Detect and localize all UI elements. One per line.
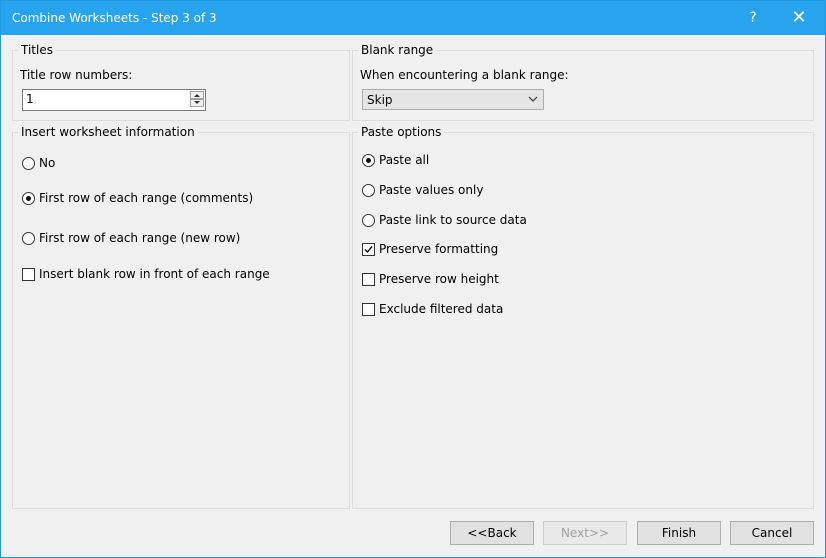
paste-option-link-to-source[interactable]: Paste link to source data xyxy=(362,213,527,227)
radio-button[interactable] xyxy=(22,156,35,170)
checkbox[interactable] xyxy=(22,267,35,281)
radio-button-selected[interactable] xyxy=(22,191,35,205)
preserve-formatting-option[interactable]: Preserve formatting xyxy=(362,242,498,256)
chevron-down-icon xyxy=(528,96,538,102)
option-label: Paste link to source data xyxy=(379,213,527,227)
checkbox[interactable] xyxy=(362,302,375,316)
insert-info-option-no[interactable]: No xyxy=(22,156,55,170)
blank-range-legend: Blank range xyxy=(361,43,434,57)
blank-range-selected: Skip xyxy=(367,93,393,107)
option-label: Insert blank row in front of each range xyxy=(39,267,270,281)
title-row-numbers-spinner[interactable] xyxy=(22,89,206,111)
next-button[interactable]: Next>> xyxy=(543,521,627,545)
back-button[interactable]: <<Back xyxy=(450,521,534,545)
spin-down-button[interactable] xyxy=(190,99,204,107)
cancel-button[interactable]: Cancel xyxy=(730,521,814,545)
title-row-numbers-input[interactable] xyxy=(23,90,186,108)
close-button[interactable]: ✕ xyxy=(777,1,821,35)
arrow-up-icon xyxy=(194,94,200,97)
paste-option-values-only[interactable]: Paste values only xyxy=(362,183,483,197)
option-label: First row of each range (new row) xyxy=(39,231,241,245)
paste-options-legend: Paste options xyxy=(361,125,442,139)
option-label: Preserve row height xyxy=(379,272,499,286)
help-icon: ? xyxy=(749,10,757,26)
title-row-numbers-label: Title row numbers: xyxy=(20,68,133,82)
insert-info-option-first-row-comments[interactable]: First row of each range (comments) xyxy=(22,191,253,205)
option-label: Paste values only xyxy=(379,183,484,197)
blank-range-select[interactable]: Skip xyxy=(362,89,544,110)
checkbox[interactable] xyxy=(362,272,375,286)
blank-range-prompt: When encountering a blank range: xyxy=(360,68,569,82)
paste-option-all[interactable]: Paste all xyxy=(362,153,429,167)
preserve-row-height-option[interactable]: Preserve row height xyxy=(362,272,499,286)
radio-button[interactable] xyxy=(362,183,375,197)
radio-button[interactable] xyxy=(362,213,375,227)
radio-button[interactable] xyxy=(22,231,35,245)
checkbox-checked[interactable] xyxy=(362,242,375,256)
dialog-window: Combine Worksheets - Step 3 of 3 ? ✕ Tit… xyxy=(0,0,826,558)
insert-blank-row-option[interactable]: Insert blank row in front of each range xyxy=(22,267,270,281)
option-label: Paste all xyxy=(379,153,430,167)
checkmark-icon xyxy=(364,245,373,253)
option-label: Exclude filtered data xyxy=(379,302,504,316)
radio-button-selected[interactable] xyxy=(362,153,375,167)
spin-up-button[interactable] xyxy=(190,91,204,99)
insert-info-group: Insert worksheet information xyxy=(12,125,350,509)
insert-info-option-first-row-new-row[interactable]: First row of each range (new row) xyxy=(22,231,240,245)
help-button[interactable]: ? xyxy=(731,1,775,35)
option-label: First row of each range (comments) xyxy=(39,191,254,205)
window-title: Combine Worksheets - Step 3 of 3 xyxy=(12,11,217,25)
option-label: Preserve formatting xyxy=(379,242,499,256)
arrow-down-icon xyxy=(194,101,200,104)
insert-info-legend: Insert worksheet information xyxy=(21,125,195,139)
title-bar: Combine Worksheets - Step 3 of 3 ? ✕ xyxy=(1,1,825,35)
close-icon: ✕ xyxy=(791,7,807,28)
exclude-filtered-data-option[interactable]: Exclude filtered data xyxy=(362,302,503,316)
option-label: No xyxy=(39,156,56,170)
titles-legend: Titles xyxy=(21,43,53,57)
finish-button[interactable]: Finish xyxy=(637,521,721,545)
